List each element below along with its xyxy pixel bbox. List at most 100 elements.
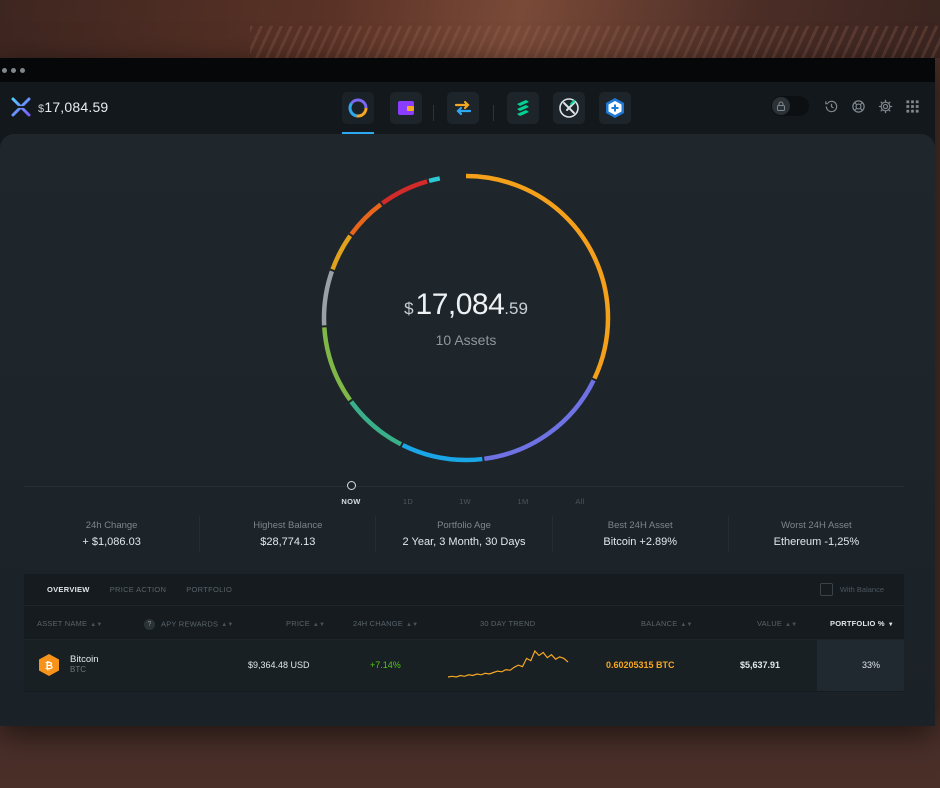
stat-highest-balance: Highest Balance $28,774.13: [200, 516, 377, 552]
with-balance-checkbox[interactable]: [819, 583, 833, 596]
nav-wallet-button[interactable]: [390, 92, 422, 124]
add-app-icon: [606, 98, 624, 118]
with-balance-filter[interactable]: With Balance: [819, 583, 884, 596]
column-label: 24H CHANGE: [353, 619, 403, 628]
stat-value: 2 Year, 3 Month, 30 Days: [402, 536, 526, 548]
nav-portfolio-button[interactable]: [342, 92, 374, 134]
time-range-selector: NOW 1D 1W 1M All: [24, 481, 904, 514]
asset-value: $5,637.91: [740, 660, 781, 670]
stat-label: Portfolio Age: [437, 520, 491, 531]
settings-button[interactable]: [877, 98, 894, 115]
exodus-logo-icon: [11, 97, 31, 117]
stat-value: Bitcoin +2.89%: [603, 536, 678, 548]
column-asset-name[interactable]: ASSET NAME ▲▼: [37, 619, 103, 628]
wallet-icon: [398, 101, 414, 115]
timeline-marker[interactable]: [347, 481, 356, 490]
svg-text:₿: ₿: [45, 660, 53, 672]
stat-value: + $1,086.03: [82, 536, 141, 548]
stat-label: Best 24H Asset: [607, 520, 673, 531]
column-label: PORTFOLIO %: [830, 619, 885, 628]
app-header: $17,084.59: [0, 82, 935, 134]
column-label: BALANCE: [641, 619, 678, 628]
portfolio-stats: 24h Change + $1,086.03 Highest Balance $…: [24, 516, 904, 552]
column-price[interactable]: PRICE ▲▼: [286, 619, 325, 628]
grid-icon: [906, 99, 919, 113]
asset-symbol: BTC: [70, 665, 86, 674]
table-tabs: OVERVIEW PRICE ACTION PORTFOLIO With Bal…: [24, 574, 904, 606]
window-titlebar[interactable]: [0, 58, 935, 82]
portfolio-value-integer: 17,084: [415, 288, 505, 321]
column-label: 30 DAY TREND: [480, 619, 536, 628]
tab-overview[interactable]: OVERVIEW: [47, 585, 90, 594]
stat-label: Highest Balance: [253, 520, 323, 531]
asset-24h-change: +7.14%: [370, 660, 401, 670]
portfolio-icon: [348, 98, 368, 118]
nav-separator: [433, 105, 434, 121]
lock-toggle[interactable]: [771, 96, 809, 116]
stat-value: Ethereum -1,25%: [773, 536, 860, 548]
nav-xrp-button[interactable]: [553, 92, 585, 124]
nav-add-app-button[interactable]: [599, 92, 631, 124]
range-1w[interactable]: 1W: [459, 497, 471, 506]
nav-compound-button[interactable]: [507, 92, 539, 124]
table-header: ASSET NAME ▲▼ ? APY REWARDS ▲▼ PRICE ▲▼ 24H …: [24, 606, 904, 640]
asset-price: $9,364.48 USD: [248, 660, 310, 670]
stat-label: 24h Change: [85, 520, 138, 531]
column-30-day-trend: 30 DAY TREND: [480, 619, 535, 628]
window-maximize-dot[interactable]: [20, 67, 25, 73]
apps-grid-button[interactable]: [904, 98, 921, 115]
settings-icon: [878, 99, 893, 113]
sort-icon: ▲▼: [221, 622, 234, 629]
column-24h-change[interactable]: 24H CHANGE ▲▼: [353, 619, 418, 628]
header-controls: [771, 96, 921, 116]
sort-icon: ▲▼: [680, 622, 693, 628]
range-now[interactable]: NOW: [341, 497, 360, 506]
column-label: PRICE: [286, 619, 310, 628]
range-all[interactable]: All: [575, 497, 584, 506]
with-balance-label: With Balance: [839, 585, 884, 594]
column-apy-rewards[interactable]: ? APY REWARDS ▲▼: [144, 619, 234, 630]
portfolio-asset-count: 10 Assets: [435, 332, 497, 348]
nav-exchange-button[interactable]: [447, 92, 479, 124]
window-close-dot[interactable]: [2, 67, 7, 73]
column-label: APY REWARDS: [161, 619, 219, 629]
stat-worst-asset: Worst 24H Asset Ethereum -1,25%: [729, 516, 904, 552]
column-portfolio-percent[interactable]: PORTFOLIO % ▼: [830, 619, 894, 628]
portfolio-currency-symbol: $: [404, 299, 414, 318]
desktop-background-bottom: [0, 726, 940, 788]
column-label: ASSET NAME: [37, 619, 88, 628]
lock-knob: [772, 97, 790, 115]
history-button[interactable]: [823, 98, 840, 115]
sort-icon: ▲▼: [312, 622, 326, 628]
range-1m[interactable]: 1M: [517, 497, 528, 506]
portfolio-donut[interactable]: $ 17,084 .59 10 Assets: [320, 172, 612, 464]
support-button[interactable]: [850, 98, 867, 115]
exchange-icon: [454, 100, 472, 116]
sorted-column-highlight: [817, 640, 904, 691]
window-minimize-dot[interactable]: [11, 67, 16, 73]
nav-separator: [493, 105, 494, 121]
column-value[interactable]: VALUE ▲▼: [757, 619, 797, 628]
range-1d[interactable]: 1D: [403, 497, 413, 506]
sort-icon: ▲▼: [90, 622, 103, 628]
column-balance[interactable]: BALANCE ▲▼: [641, 619, 693, 628]
help-icon[interactable]: ?: [144, 619, 155, 630]
trend-line: [447, 649, 569, 678]
stat-24h-change: 24h Change + $1,086.03: [24, 516, 201, 552]
portfolio-value: $ 17,084 .59: [404, 288, 528, 322]
table-row[interactable]: ₿ Bitcoin BTC $9,364.48 USD +7.14% 0.602…: [24, 640, 904, 691]
brand: $17,084.59: [10, 96, 108, 118]
stat-value: $28,774.13: [260, 536, 316, 548]
tab-portfolio[interactable]: PORTFOLIO: [186, 585, 232, 594]
tab-price-action[interactable]: PRICE ACTION: [110, 585, 167, 594]
portfolio-value-decimal: .59: [504, 299, 528, 318]
app-window: $17,084.59 $ 17,084 .59 10 Assets NOW 1D…: [0, 58, 935, 726]
xrp-icon: [559, 98, 579, 118]
portfolio-total: $ 17,084 .59 10 Assets: [320, 172, 612, 464]
column-label: VALUE: [757, 619, 783, 628]
sort-icon: ▲▼: [785, 622, 798, 628]
sort-desc-icon: ▼: [887, 622, 894, 628]
sort-icon: ▲▼: [405, 622, 419, 628]
portfolio-panel: $ 17,084 .59 10 Assets NOW 1D 1W 1M All …: [0, 134, 935, 726]
compound-icon: [517, 100, 529, 116]
